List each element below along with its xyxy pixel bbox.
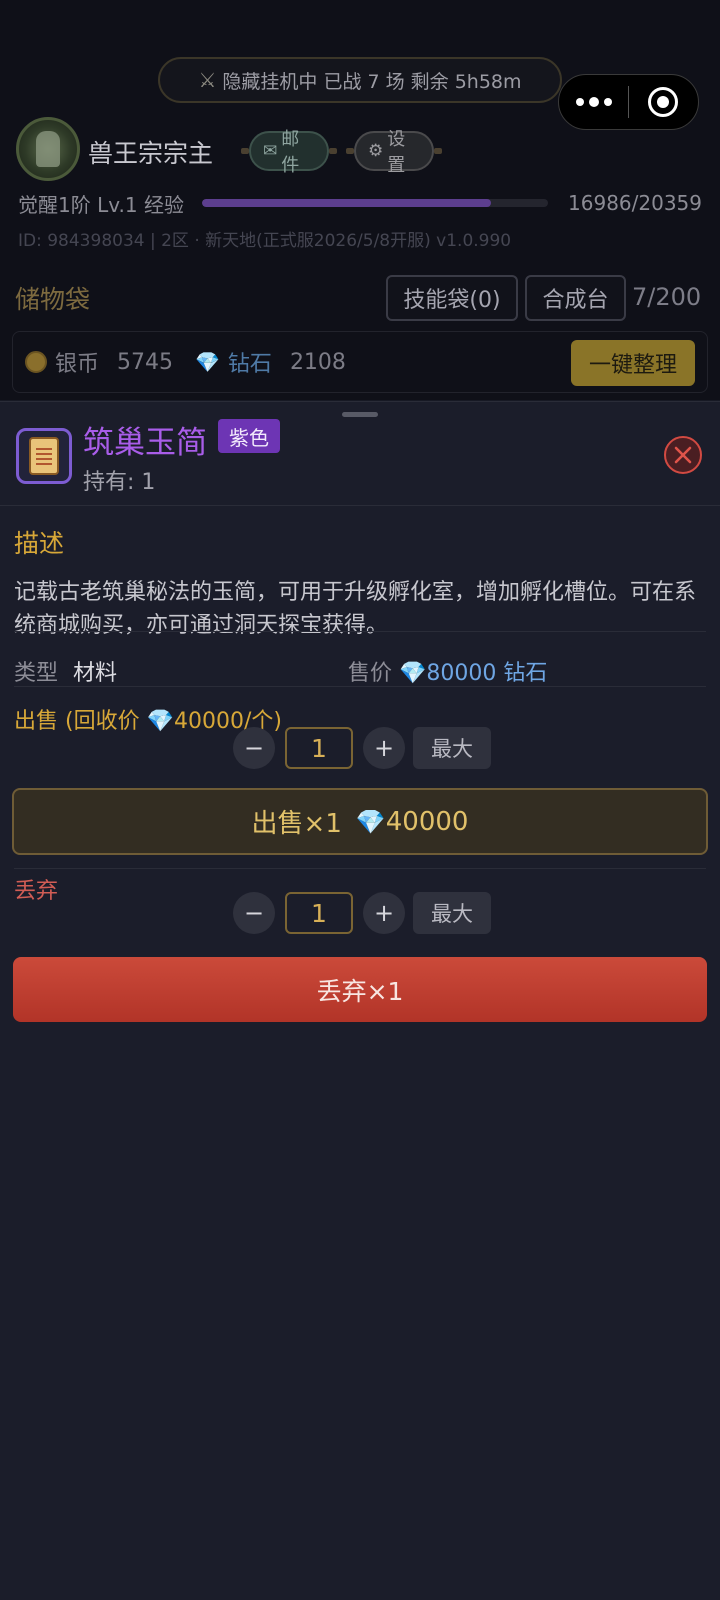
sell-quantity-stepper: − 1 + 最大 (233, 727, 491, 769)
divider (14, 631, 706, 632)
bag-capacity: 7/200 (632, 283, 702, 311)
description-title: 描述 (14, 529, 65, 558)
settings-label: 设置 (387, 129, 406, 176)
server-id-line: ID: 984398034 | 2区 · 新天地(正式服2026/5/8开服) … (18, 231, 512, 251)
diamond-icon: 💎 (146, 709, 174, 734)
sell-button[interactable]: 出售×1 💎40000 (12, 788, 708, 855)
divider (0, 505, 720, 506)
skill-bag-button[interactable]: 技能袋(0) (386, 275, 518, 321)
diamond-label: 钻石 (227, 352, 272, 377)
chip-cap (329, 148, 337, 154)
chip-cap (241, 148, 249, 154)
divider (14, 868, 706, 869)
experience-bar-fill (202, 199, 491, 207)
coin-icon (25, 351, 47, 373)
diamond-icon: 💎 (195, 350, 220, 374)
diamond-icon: 💎 (355, 807, 386, 836)
price-key: 售价 (348, 661, 393, 686)
sell-increase-button[interactable]: + (363, 727, 405, 769)
drop-decrease-button[interactable]: − (233, 892, 275, 934)
sell-title-prefix: 出售 (回收价 (14, 709, 147, 734)
app-screen: ⚔ 隐藏挂机中 已战 7 场 剩余 5h58m 兽王宗宗主 ✉ 邮件 ⚙ 设置 (0, 0, 720, 1600)
property-row: 类型 材料 售价 💎80000 钻石 (14, 655, 714, 687)
afk-status-pill[interactable]: ⚔ 隐藏挂机中 已战 7 场 剩余 5h58m (158, 57, 562, 103)
currency-bar: 银币 5745 💎 钻石 2108 一键整理 (12, 331, 708, 393)
drop-quantity-input[interactable]: 1 (285, 892, 353, 934)
diamond-icon: 💎 (399, 661, 427, 686)
sell-max-button[interactable]: 最大 (413, 727, 491, 769)
auto-sort-button[interactable]: 一键整理 (571, 340, 695, 386)
bag-title: 储物袋 (15, 285, 91, 314)
experience-bar (202, 199, 548, 207)
avatar[interactable] (16, 117, 80, 181)
type-value: 材料 (73, 661, 118, 686)
experience-row: 觉醒1阶 Lv.1 经验 16986/20359 (18, 188, 708, 218)
owned-count: 持有: 1 (83, 470, 156, 495)
afk-status-text: 隐藏挂机中 已战 7 场 剩余 5h58m (222, 70, 522, 93)
divider (14, 686, 706, 687)
mail-button[interactable]: ✉ 邮件 (249, 129, 329, 176)
price-group: 售价 💎80000 钻石 (348, 655, 547, 687)
level-label: 觉醒1阶 Lv.1 经验 (18, 192, 184, 217)
sell-button-label: 出售×1 (251, 809, 342, 839)
inventory-page: ⚔ 隐藏挂机中 已战 7 场 剩余 5h58m 兽王宗宗主 ✉ 邮件 ⚙ 设置 (0, 0, 720, 400)
target-icon (648, 87, 679, 117)
item-detail-sheet: 筑巢玉简 紫色 持有: 1 描述 记载古老筑巢秘法的玉简，可用于升级孵化室，增加… (0, 401, 720, 1600)
drop-max-button[interactable]: 最大 (413, 892, 491, 934)
type-key: 类型 (14, 661, 59, 686)
diamond-value: 2108 (289, 349, 346, 375)
close-button[interactable] (664, 436, 702, 474)
drop-button[interactable]: 丢弃×1 (13, 957, 707, 1022)
item-description: 记载古老筑巢秘法的玉简，可用于升级孵化室，增加孵化槽位。可在系统商城购买，亦可通… (14, 580, 697, 638)
sell-button-price: 💎40000 (356, 807, 469, 837)
item-name: 筑巢玉简 (83, 425, 207, 461)
crossed-swords-icon: ⚔ (198, 68, 217, 92)
sell-quantity-input[interactable]: 1 (285, 727, 353, 769)
silver-label: 银币 (55, 352, 100, 377)
drop-increase-button[interactable]: + (363, 892, 405, 934)
close-icon (674, 446, 692, 464)
close-miniprogram-button[interactable] (629, 75, 698, 129)
item-icon-frame (16, 428, 72, 484)
more-menu-button[interactable] (559, 75, 628, 129)
avatar-figure (36, 131, 60, 167)
rarity-badge: 紫色 (218, 419, 280, 453)
chip-cap (434, 148, 442, 154)
sell-button-value: 40000 (385, 806, 469, 837)
sell-decrease-button[interactable]: − (233, 727, 275, 769)
experience-value: 16986/20359 (568, 191, 702, 215)
scroll-icon (29, 437, 59, 475)
silver-value: 5745 (117, 349, 174, 375)
drop-title: 丢弃 (14, 879, 59, 904)
price-value: 80000 钻石 (426, 661, 548, 686)
crafting-button[interactable]: 合成台 (525, 275, 626, 321)
chip-cap (346, 148, 354, 154)
mail-icon: ✉ (263, 141, 278, 161)
drag-handle[interactable] (342, 412, 378, 417)
mail-label: 邮件 (281, 129, 300, 176)
player-name: 兽王宗宗主 (88, 139, 214, 168)
miniprogram-capsule (558, 74, 699, 130)
gear-icon: ⚙ (368, 141, 384, 161)
settings-button[interactable]: ⚙ 设置 (354, 129, 434, 176)
drop-quantity-stepper: − 1 + 最大 (233, 892, 491, 934)
